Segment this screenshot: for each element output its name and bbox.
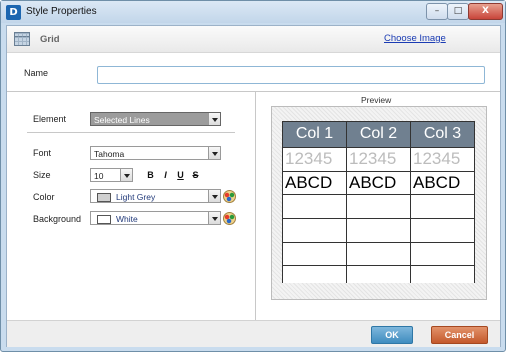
preview-cell (410, 194, 475, 219)
preview-header-cell: Col 1 (282, 121, 347, 148)
preview-label: Preview (361, 95, 392, 105)
divider (7, 91, 500, 92)
app-logo-icon: D (6, 5, 21, 20)
element-select[interactable]: Selected Lines (90, 112, 221, 126)
button-bar: OK Cancel (7, 320, 500, 347)
divider-vertical (255, 92, 256, 320)
background-label: Background (33, 214, 82, 224)
preview-cell: ABCD (410, 170, 475, 196)
preview-cell (410, 265, 475, 283)
style-properties-dialog: D Style Properties – □ X Grid Choose Ima… (0, 0, 506, 352)
color-select[interactable]: Light Grey (90, 189, 221, 203)
preview-cell (410, 241, 475, 267)
title-bar[interactable]: D Style Properties – □ X (1, 1, 505, 23)
preview-cell: ABCD (282, 170, 347, 196)
color-select-value: Light Grey (116, 192, 156, 202)
preview-panel: Col 1 Col 2 Col 3 12345 12345 12345 ABCD… (271, 106, 487, 300)
color-picker-icon[interactable] (223, 190, 236, 203)
background-select[interactable]: White (90, 211, 221, 225)
cancel-button[interactable]: Cancel (431, 326, 488, 344)
underline-button[interactable]: U (174, 169, 187, 182)
color-label: Color (33, 192, 55, 202)
header-title: Grid (40, 34, 60, 45)
size-select-value: 10 (94, 171, 104, 181)
preview-empty-row (282, 265, 475, 283)
preview-cell (346, 265, 411, 283)
font-select-value: Tahoma (94, 149, 125, 159)
preview-cell: 12345 (410, 146, 475, 172)
preview-cell (282, 265, 347, 283)
window-title: Style Properties (26, 6, 97, 17)
preview-cell (346, 194, 411, 219)
chevron-down-icon[interactable] (208, 190, 220, 202)
choose-image-link[interactable]: Choose Image (384, 33, 446, 44)
element-select-value: Selected Lines (94, 115, 150, 125)
preview-empty-row (282, 194, 475, 219)
maximize-button[interactable]: □ (447, 3, 469, 20)
strikethrough-button[interactable]: S (189, 169, 202, 182)
preview-cell (346, 241, 411, 267)
chevron-down-icon[interactable] (208, 113, 220, 125)
size-select[interactable]: 10 (90, 168, 133, 182)
element-label: Element (33, 114, 67, 124)
italic-button[interactable]: I (159, 169, 172, 182)
grid-icon (14, 32, 30, 46)
preview-header-cell: Col 2 (346, 121, 411, 148)
preview-cell (410, 218, 475, 243)
preview-text-row: ABCD ABCD ABCD (282, 170, 475, 196)
background-swatch (97, 215, 111, 225)
preview-cell: 12345 (346, 146, 411, 172)
font-select[interactable]: Tahoma (90, 146, 221, 160)
preview-cell (282, 241, 347, 267)
preview-cell (282, 194, 347, 219)
color-swatch (97, 193, 111, 203)
name-label: Name (24, 68, 49, 78)
preview-cell (346, 218, 411, 243)
preview-grid: Col 1 Col 2 Col 3 12345 12345 12345 ABCD… (282, 121, 475, 283)
ok-button[interactable]: OK (371, 326, 413, 344)
header-bar: Grid Choose Image (7, 26, 500, 53)
bold-button[interactable]: B (144, 169, 157, 182)
preview-header-cell: Col 3 (410, 121, 475, 148)
preview-selected-lines-row: 12345 12345 12345 (282, 146, 475, 172)
size-label: Size (33, 170, 51, 180)
close-button[interactable]: X (468, 3, 503, 20)
preview-cell: 12345 (282, 146, 347, 172)
chevron-down-icon[interactable] (208, 212, 220, 224)
preview-cell (282, 218, 347, 243)
chevron-down-icon[interactable] (208, 147, 220, 159)
dialog-body: Grid Choose Image Name Element Selected … (6, 25, 501, 347)
color-picker-icon[interactable] (223, 212, 236, 225)
preview-header-row: Col 1 Col 2 Col 3 (282, 121, 475, 148)
background-select-value: White (116, 214, 138, 224)
chevron-down-icon[interactable] (120, 169, 132, 181)
font-label: Font (33, 148, 52, 158)
preview-empty-row (282, 241, 475, 267)
divider (27, 132, 235, 133)
minimize-button[interactable]: – (426, 3, 448, 20)
preview-cell: ABCD (346, 170, 411, 196)
preview-empty-row (282, 218, 475, 243)
name-input[interactable] (97, 66, 485, 84)
